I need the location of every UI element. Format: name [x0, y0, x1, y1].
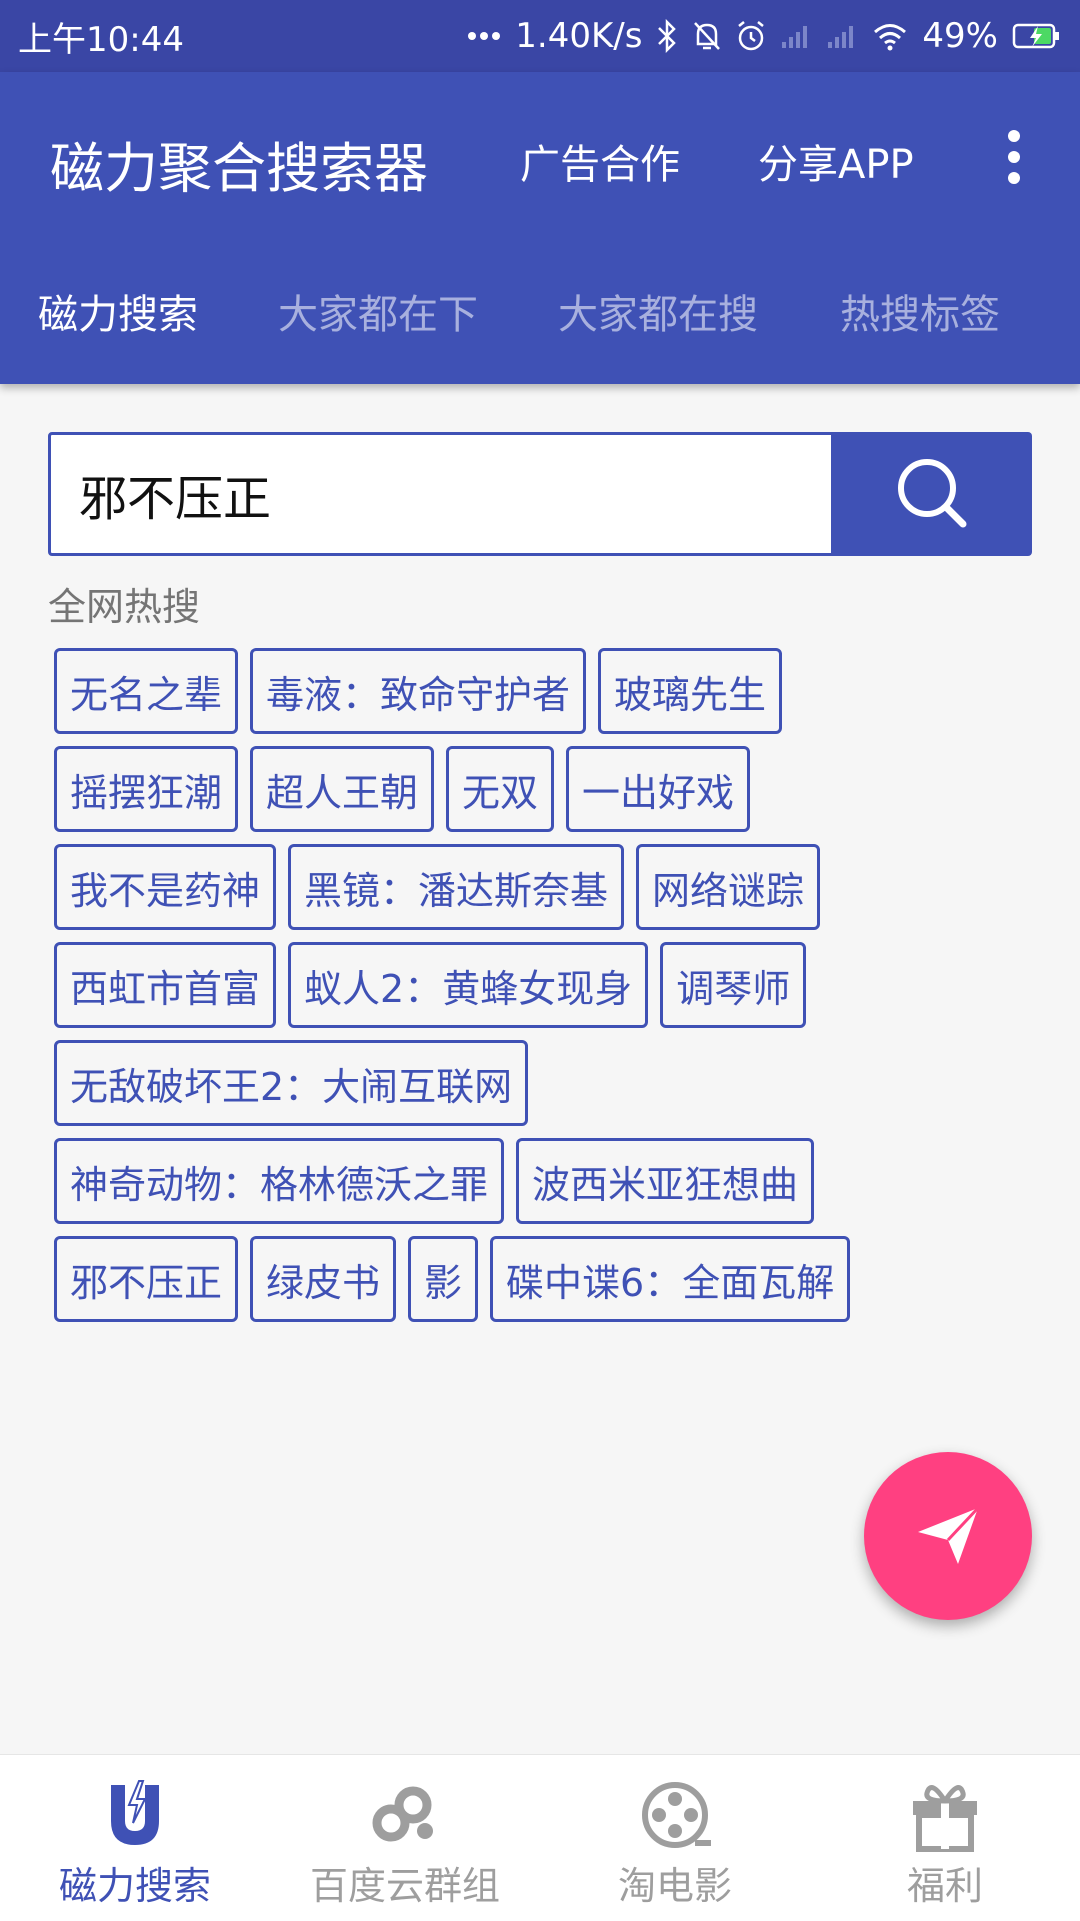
tab-bar: 磁力搜索 大家都在下 大家都在搜 热搜标签 — [0, 282, 1080, 362]
hot-search-tag[interactable]: 一出好戏 — [566, 746, 751, 832]
nav-label-welfare: 福利 — [906, 1864, 983, 1908]
nav-magnet-search[interactable]: 磁力搜索 — [0, 1755, 270, 1921]
mute-bell-icon — [692, 20, 722, 52]
signal-icon-2 — [826, 22, 858, 50]
network-speed: 1.40K/s — [515, 16, 643, 56]
tab-hot-tags[interactable]: 热搜标签 — [840, 282, 1000, 340]
nav-label-baidu-cloud-group: 百度云群组 — [309, 1864, 500, 1908]
gift-icon — [913, 1785, 977, 1852]
hot-search-tag[interactable]: 无名之辈 — [54, 648, 239, 734]
hot-search-tag[interactable]: 无敌破坏王2：大闹互联网 — [54, 1040, 529, 1126]
cloud-group-icon — [372, 1786, 433, 1842]
hot-search-tag[interactable]: 我不是药神 — [54, 844, 277, 930]
status-bar: 上午10:44 1.40K/s 49% — [0, 0, 1080, 72]
tab-everyone-searching[interactable]: 大家都在搜 — [558, 282, 758, 340]
tab-magnet-search[interactable]: 磁力搜索 — [38, 282, 198, 340]
overflow-menu-icon[interactable] — [996, 130, 1032, 190]
hot-tag-row: 神奇动物：格林德沃之罪 波西米亚狂想曲 — [54, 1138, 1014, 1224]
search-button[interactable] — [834, 432, 1032, 556]
status-icons: 1.40K/s 49% — [467, 16, 1062, 56]
status-time: 上午10:44 — [18, 19, 184, 60]
app-bar: 磁力聚合搜索器 广告合作 分享APP 磁力搜索 大家都在下 大家都在搜 热搜标签 — [0, 72, 1080, 384]
hot-search-tag[interactable]: 黑镜：潘达斯奈基 — [288, 844, 625, 930]
hot-search-tag[interactable]: 影 — [408, 1236, 479, 1322]
magnet-icon — [111, 1780, 159, 1845]
hot-search-tag[interactable]: 摇摆狂潮 — [54, 746, 239, 832]
hot-tag-row: 邪不压正 绿皮书影碟中谍6：全面瓦解 — [54, 1236, 1014, 1322]
nav-label-movies: 淘电影 — [617, 1864, 732, 1908]
nav-baidu-cloud-group[interactable]: 百度云群组 — [270, 1755, 540, 1921]
nav-welfare[interactable]: 福利 — [810, 1755, 1080, 1921]
ad-cooperation-button[interactable]: 广告合作 — [520, 132, 680, 190]
hot-search-tag[interactable]: 超人王朝 — [250, 746, 435, 832]
hot-search-label: 全网热搜 — [48, 585, 201, 629]
search-input[interactable] — [51, 435, 831, 553]
signal-icon-1 — [780, 22, 812, 50]
share-app-button[interactable]: 分享APP — [758, 132, 914, 190]
alarm-icon — [736, 20, 766, 52]
hot-search-tag[interactable]: 蚁人2：黄蜂女现身 — [288, 942, 649, 1028]
hot-search-tag[interactable]: 绿皮书 — [250, 1236, 397, 1322]
hot-search-tag[interactable]: 神奇动物：格林德沃之罪 — [54, 1138, 505, 1224]
battery-percent: 49% — [922, 16, 998, 56]
nav-movies[interactable]: 淘电影 — [540, 1755, 810, 1921]
battery-charging-icon — [1012, 22, 1062, 50]
hot-tag-row: 摇摆狂潮 超人王朝 无双 一出好戏 — [54, 746, 1014, 832]
hot-search-tag[interactable]: 邪不压正 — [54, 1236, 239, 1322]
hot-tags-container: 无名之辈 毒液：致命守护者 玻璃先生 摇摆狂潮 超人王朝 无双 一出好戏 我不是药神 黑镜：潘达… — [54, 648, 1014, 1334]
hot-tag-row: 无名之辈 毒液：致命守护者 玻璃先生 — [54, 648, 1014, 734]
film-reel-icon — [642, 1782, 711, 1848]
hot-search-tag[interactable]: 碟中谍6：全面瓦解 — [490, 1236, 851, 1322]
send-fab[interactable] — [864, 1452, 1032, 1620]
nav-label-magnet-search: 磁力搜索 — [58, 1864, 211, 1908]
hot-search-tag[interactable]: 毒液：致命守护者 — [250, 648, 587, 734]
hot-search-tag[interactable]: 调琴师 — [660, 942, 807, 1028]
search-icon — [898, 459, 967, 528]
bottom-navigation: 磁力搜索 百度云群组 淘电影 福利 — [0, 1754, 1080, 1921]
hot-search-tag[interactable]: 无双 — [446, 746, 555, 832]
search-box — [48, 432, 834, 556]
more-dots-icon — [467, 31, 501, 41]
hot-tag-row: 无敌破坏王2：大闹互联网 — [54, 1040, 1014, 1126]
tab-everyone-downloading[interactable]: 大家都在下 — [278, 282, 478, 340]
paper-plane-icon — [918, 1506, 980, 1564]
wifi-icon — [872, 21, 908, 51]
hot-search-tag[interactable]: 玻璃先生 — [598, 648, 783, 734]
hot-tag-row: 西虹市首富 蚁人2：黄蜂女现身 调琴师 — [54, 942, 1014, 1028]
hot-search-tag[interactable]: 网络谜踪 — [636, 844, 821, 930]
app-title: 磁力聚合搜索器 — [50, 137, 428, 200]
bluetooth-icon — [656, 19, 678, 53]
hot-search-tag[interactable]: 西虹市首富 — [54, 942, 277, 1028]
hot-tag-row: 我不是药神 黑镜：潘达斯奈基 网络谜踪 — [54, 844, 1014, 930]
hot-search-tag[interactable]: 波西米亚狂想曲 — [516, 1138, 815, 1224]
